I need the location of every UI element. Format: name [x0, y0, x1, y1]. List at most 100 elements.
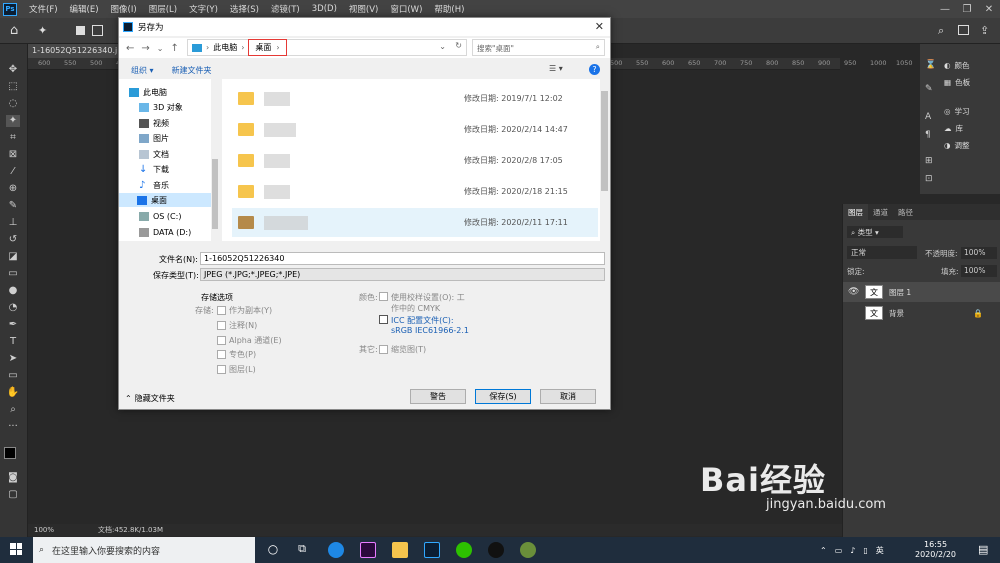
menu-help[interactable]: 帮助(H)	[428, 3, 470, 15]
tray-expand-icon[interactable]: ⌃	[820, 546, 827, 555]
magic-wand-icon[interactable]: ✦	[38, 24, 47, 37]
file-explorer-icon[interactable]	[392, 542, 408, 558]
new-folder-button[interactable]: 新建文件夹	[172, 65, 212, 76]
menu-filter[interactable]: 滤镜(T)	[265, 3, 306, 15]
zoom-tool-icon[interactable]: ⌕	[6, 404, 20, 416]
volume-icon[interactable]: ♪	[850, 546, 855, 555]
refresh-icon[interactable]: ↻	[455, 41, 462, 50]
list-item[interactable]: 修改日期: 2020/2/14 14:47	[232, 115, 598, 144]
breadcrumb-desktop[interactable]: 桌面 ›	[248, 39, 287, 56]
magic-wand-tool-icon[interactable]: ✦	[6, 115, 20, 127]
nav-scrollbar[interactable]	[211, 79, 219, 241]
proof-checkbox[interactable]: 使用校样设置(O): 工作中的 CMYK	[379, 292, 465, 314]
nav-item[interactable]: 此电脑	[129, 85, 217, 99]
icc-checkbox[interactable]: ICC 配置文件(C): sRGB IEC61966-2.1	[379, 315, 469, 335]
tab-channels[interactable]: 通道	[868, 204, 893, 220]
zoom-level[interactable]: 100%	[34, 526, 54, 534]
tab-layers[interactable]: 图层	[843, 204, 868, 220]
nav-item[interactable]: 桌面	[119, 193, 211, 207]
edge-icon[interactable]	[328, 542, 344, 558]
panel-adjustments[interactable]: ◑ 调整	[944, 140, 970, 151]
history-brush-icon[interactable]: ↺	[6, 234, 20, 246]
list-item[interactable]: 修改日期: 2020/2/11 17:11	[232, 208, 598, 237]
taskbar-search[interactable]: ⌕ 在这里输入你要搜索的内容	[33, 537, 255, 563]
up-icon[interactable]: ↑	[170, 43, 178, 54]
quick-mask-icon[interactable]: ◙	[6, 472, 20, 484]
minimize-icon[interactable]: —	[934, 0, 956, 18]
list-item[interactable]: 修改日期: 2020/2/8 17:05	[232, 146, 598, 175]
app-icon[interactable]	[520, 542, 536, 558]
brush-tool-icon[interactable]: ✎	[6, 200, 20, 212]
windows-start-icon[interactable]	[10, 543, 22, 555]
search-input[interactable]: 搜索"桌面" ⌕	[472, 39, 605, 56]
eyedropper-tool-icon[interactable]: ⁄	[6, 166, 20, 178]
crop-tool-icon[interactable]: ⌗	[6, 132, 20, 144]
home-icon[interactable]: ⌂	[10, 23, 18, 38]
pen-tool-icon[interactable]: ✒	[6, 319, 20, 331]
workspace-icon[interactable]	[958, 25, 969, 35]
new-selection-icon[interactable]	[76, 26, 85, 35]
foreground-color-swatch[interactable]	[4, 447, 16, 459]
thumbnail-checkbox[interactable]: 缩览图(T)	[379, 344, 426, 355]
panel-swatches[interactable]: ▦ 色板	[944, 77, 970, 88]
frame-tool-icon[interactable]: ⊠	[6, 149, 20, 161]
back-icon[interactable]: ←	[126, 43, 134, 54]
shape-tool-icon[interactable]: ▭	[6, 370, 20, 382]
notes-checkbox[interactable]: 注释(N)	[217, 320, 257, 331]
layer-row[interactable]: 文 背景 🔒	[843, 303, 1000, 323]
panel-color[interactable]: ◐ 颜色	[944, 60, 970, 71]
menu-layer[interactable]: 图层(L)	[143, 3, 183, 15]
organize-button[interactable]: 组织 ▾	[131, 65, 154, 76]
spot-color-checkbox[interactable]: 专色(P)	[217, 349, 256, 360]
panel-libraries[interactable]: ☁ 库	[944, 123, 963, 134]
clone-source-icon[interactable]: ⊞	[925, 156, 933, 166]
dodge-tool-icon[interactable]: ◔	[6, 302, 20, 314]
wechat-icon[interactable]	[456, 542, 472, 558]
list-item[interactable]: 修改日期: 2020/2/18 21:15	[232, 177, 598, 206]
eye-icon[interactable]: 👁	[848, 287, 859, 297]
layer-row[interactable]: 👁 文 图层 1	[843, 282, 1000, 302]
brush-settings-icon[interactable]: ✎	[925, 84, 933, 94]
healing-tool-icon[interactable]: ⊕	[6, 183, 20, 195]
qq-icon[interactable]	[488, 542, 504, 558]
maximize-icon[interactable]: ❐	[956, 0, 978, 18]
share-icon[interactable]: ⇪	[980, 24, 989, 37]
lasso-tool-icon[interactable]: ◌	[6, 98, 20, 110]
close-icon[interactable]: ✕	[978, 0, 1000, 18]
alpha-checkbox[interactable]: Alpha 通道(E)	[217, 335, 282, 346]
paragraph-icon[interactable]: ¶	[925, 130, 931, 140]
blur-tool-icon[interactable]: ●	[6, 285, 20, 297]
network-icon[interactable]: ▭	[835, 546, 843, 555]
menu-select[interactable]: 选择(S)	[224, 3, 265, 15]
hide-folders-toggle[interactable]: ⌃ 隐藏文件夹	[125, 393, 175, 404]
task-view-icon[interactable]: ⧉	[294, 542, 310, 558]
type-tool-icon[interactable]: T	[6, 336, 20, 348]
clock[interactable]: 16:55 2020/2/20	[915, 540, 956, 560]
marquee-tool-icon[interactable]: ⬚	[6, 81, 20, 93]
cancel-button[interactable]: 取消	[540, 389, 596, 404]
layer-filter-select[interactable]: ⌕ 类型 ▾	[847, 226, 903, 238]
chevron-down-icon[interactable]: ⌄	[439, 42, 446, 51]
dialog-close-icon[interactable]: ✕	[595, 20, 604, 33]
eraser-tool-icon[interactable]: ◪	[6, 251, 20, 263]
blend-mode-select[interactable]: 正常	[847, 246, 917, 259]
file-type-select[interactable]: JPEG (*.JPG;*.JPEG;*.JPE)	[200, 268, 605, 281]
ime-indicator[interactable]: 英	[876, 545, 884, 556]
stamp-tool-icon[interactable]: ⊥	[6, 217, 20, 229]
more-tools-icon[interactable]: ···	[6, 421, 20, 433]
history-icon[interactable]: ⌛	[925, 60, 936, 70]
file-name-input[interactable]: 1-16052Q51226340	[200, 252, 605, 265]
breadcrumb-this-pc[interactable]: 此电脑	[213, 42, 237, 53]
gradient-tool-icon[interactable]: ▭	[6, 268, 20, 280]
layers-checkbox[interactable]: 图层(L)	[217, 364, 256, 375]
character-icon[interactable]: A	[925, 112, 931, 122]
hand-tool-icon[interactable]: ✋	[6, 387, 20, 399]
menu-file[interactable]: 文件(F)	[23, 3, 64, 15]
menu-edit[interactable]: 编辑(E)	[64, 3, 105, 15]
move-tool-icon[interactable]: ✥	[6, 64, 20, 76]
properties-icon[interactable]: ⊡	[925, 174, 933, 184]
forward-icon[interactable]: →	[141, 43, 149, 54]
history-dropdown-icon[interactable]: ⌄	[157, 44, 164, 53]
panel-learn[interactable]: ◎ 学习	[944, 106, 970, 117]
opacity-input[interactable]: 100%	[961, 247, 997, 259]
